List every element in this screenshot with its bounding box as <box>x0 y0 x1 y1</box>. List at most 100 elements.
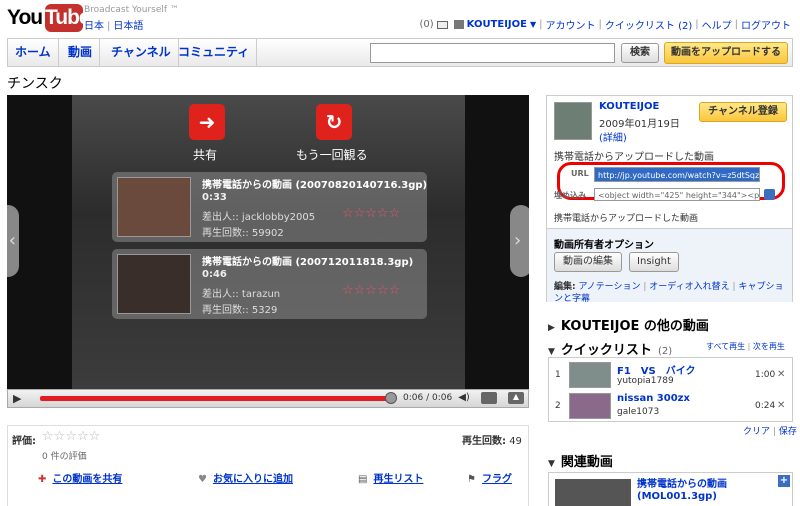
inbox-count: (0) <box>419 19 434 30</box>
save-link[interactable]: 保存 <box>779 427 797 437</box>
tv-icon <box>453 20 464 29</box>
country-link[interactable]: 日本 <box>84 21 104 32</box>
logout-link[interactable]: ログアウト <box>741 17 791 32</box>
previous-arrow-icon[interactable]: ‹ <box>7 205 19 277</box>
related-duration: 0:46 <box>202 269 227 280</box>
item-title[interactable]: nissan 300zx <box>617 393 690 404</box>
username-menu[interactable]: KOUTEIJOE <box>467 19 527 30</box>
chevron-down-icon[interactable]: ▼ <box>530 20 536 29</box>
embed-settings-icon[interactable] <box>764 189 775 200</box>
collapse-arrow-icon[interactable]: ▼ <box>548 459 555 469</box>
account-link[interactable]: アカウント <box>546 17 596 32</box>
nav-channels[interactable]: チャンネル <box>104 39 179 66</box>
seek-handle[interactable] <box>385 392 397 404</box>
rating-stars-input[interactable]: ☆☆☆☆☆ <box>42 429 100 444</box>
video-player[interactable]: ‹ › ➜ 共有 ↻ もう一回観る 携帯電話からの動画 (20070820140… <box>7 95 529 389</box>
replay-label[interactable]: もう一回観る <box>296 146 368 163</box>
volume-icon[interactable]: ◀) <box>456 392 472 404</box>
item-user: yutopia1789 <box>617 376 674 386</box>
add-favorite-button[interactable]: ♥ お気に入りに追加 <box>198 470 293 485</box>
item-thumbnail[interactable] <box>569 362 611 388</box>
remove-icon[interactable]: ✕ <box>777 369 785 380</box>
more-info-link[interactable]: (詳細) <box>599 129 627 144</box>
locale-selector: 日本 | 日本語 <box>84 21 144 32</box>
replay-icon[interactable]: ↻ <box>316 104 352 140</box>
item-duration: 0:24 <box>755 401 776 411</box>
related-item-thumbnail[interactable] <box>555 479 631 506</box>
embed-field[interactable]: <object width="425" height="344"><param <box>594 188 760 201</box>
quicklist-footer: クリア | 保存 <box>743 427 797 437</box>
user-nav: (0) KOUTEIJOE ▼ | アカウント | クイックリスト (2) | … <box>419 17 791 32</box>
collapse-arrow-icon[interactable]: ▼ <box>548 347 555 357</box>
size-toggle-icon[interactable] <box>481 392 497 404</box>
clear-link[interactable]: クリア <box>743 427 770 437</box>
share-video-button[interactable]: ✚ この動画を共有 <box>38 470 122 485</box>
related-videos-list: 携帯電話からの動画 (MOL001.3gp) + <box>548 472 793 506</box>
nav-community[interactable]: コミュニティ <box>171 39 258 66</box>
quicklist-links: すべて再生 | 次を再生 <box>706 342 785 351</box>
item-duration: 1:00 <box>755 370 776 380</box>
edit-links: 編集: アノテーション | オーディオ入れ替え | キャプションと字幕 <box>554 282 784 304</box>
rating-label: 評価: <box>12 436 36 447</box>
logo-tube-text: Tube <box>45 4 91 32</box>
quicklist-count: (2) <box>657 346 673 357</box>
expand-arrow-icon[interactable]: ▶ <box>548 323 555 333</box>
upload-date: 2009年01月19日 <box>599 119 680 130</box>
search-button[interactable]: 検索 <box>621 43 659 63</box>
audioswap-link[interactable]: オーディオ入れ替え <box>649 282 729 292</box>
tagline: Broadcast Yourself ™ <box>84 5 179 15</box>
share-icon[interactable]: ➜ <box>189 104 225 140</box>
share-label[interactable]: 共有 <box>193 146 217 163</box>
play-next-link[interactable]: 次を再生 <box>753 342 785 351</box>
quicklist-section[interactable]: ▼ クイックリスト (2) <box>548 339 672 358</box>
related-section[interactable]: ▼ 関連動画 <box>548 451 613 470</box>
quicklist-item[interactable]: 1 F1 VS バイク yutopia1789 1:00 ✕ <box>549 360 792 390</box>
search-input[interactable] <box>370 43 615 63</box>
item-title[interactable]: F1 VS バイク <box>617 362 696 377</box>
insight-button[interactable]: Insight <box>629 252 679 272</box>
item-number: 1 <box>555 370 561 380</box>
view-count-value: 49 <box>509 436 522 447</box>
help-link[interactable]: ヘルプ <box>702 17 732 32</box>
related-video-card[interactable]: 携帯電話からの動画 (200712011818.3gp) 0:46 差出人:: … <box>112 249 427 319</box>
next-arrow-icon[interactable]: › <box>510 205 529 277</box>
subscribe-button[interactable]: チャンネル登録 <box>699 102 787 122</box>
related-thumbnail[interactable] <box>117 177 191 237</box>
url-field[interactable]: http://jp.youtube.com/watch?v=z5dtSqzjy <box>594 167 760 182</box>
play-all-link[interactable]: すべて再生 <box>706 342 745 351</box>
flag-button[interactable]: ⚑ フラグ <box>467 470 512 485</box>
related-video-card[interactable]: 携帯電話からの動画 (20070820140716.3gp) 0:33 差出人:… <box>112 172 427 242</box>
mail-icon[interactable] <box>436 20 448 29</box>
more-from-heading: KOUTEIJOE の他の動画 <box>560 319 709 334</box>
edit-video-button[interactable]: 動画の編集 <box>554 252 622 272</box>
quicklist-link[interactable]: クイックリスト (2) <box>605 17 692 32</box>
related-thumbnail[interactable] <box>117 254 191 314</box>
channel-avatar[interactable] <box>554 102 592 140</box>
more-from-section[interactable]: ▶ KOUTEIJOE の他の動画 <box>548 315 709 334</box>
channel-info-panel: KOUTEIJOE 2009年01月19日 (詳細) チャンネル登録 携帯電話か… <box>546 95 793 304</box>
related-item-title[interactable]: 携帯電話からの動画 (MOL001.3gp) <box>637 479 727 503</box>
add-favorite-label: お気に入りに追加 <box>212 474 293 485</box>
nav-home[interactable]: ホーム <box>8 39 59 66</box>
channel-name-link[interactable]: KOUTEIJOE <box>599 101 659 112</box>
nav-videos[interactable]: 動画 <box>61 39 101 66</box>
fullscreen-icon[interactable]: ▲ <box>508 392 524 404</box>
progress-bar[interactable] <box>40 396 392 401</box>
related-title[interactable]: 携帯電話からの動画 (200712011818.3gp) <box>202 253 413 268</box>
play-icon[interactable]: ▶ <box>13 392 21 405</box>
related-title[interactable]: 携帯電話からの動画 (20070820140716.3gp) <box>202 176 427 191</box>
remove-icon[interactable]: ✕ <box>777 400 785 411</box>
annotation-link[interactable]: アノテーション <box>578 282 640 292</box>
item-thumbnail[interactable] <box>569 393 611 419</box>
related-duration: 0:33 <box>202 192 227 203</box>
flag-label: フラグ <box>481 474 512 485</box>
upload-button[interactable]: 動画をアップロードする <box>664 42 788 64</box>
url-label: URL <box>571 169 589 178</box>
youtube-logo[interactable]: You Tube <box>7 4 91 34</box>
view-count-label: 再生回数: <box>462 436 506 447</box>
item-user: gale1073 <box>617 407 660 417</box>
language-link[interactable]: 日本語 <box>113 21 143 32</box>
quicklist-item[interactable]: 2 nissan 300zx gale1073 0:24 ✕ <box>549 391 792 421</box>
add-to-quicklist-icon[interactable]: + <box>778 475 790 487</box>
playlist-button[interactable]: ▤ 再生リスト <box>358 470 423 485</box>
